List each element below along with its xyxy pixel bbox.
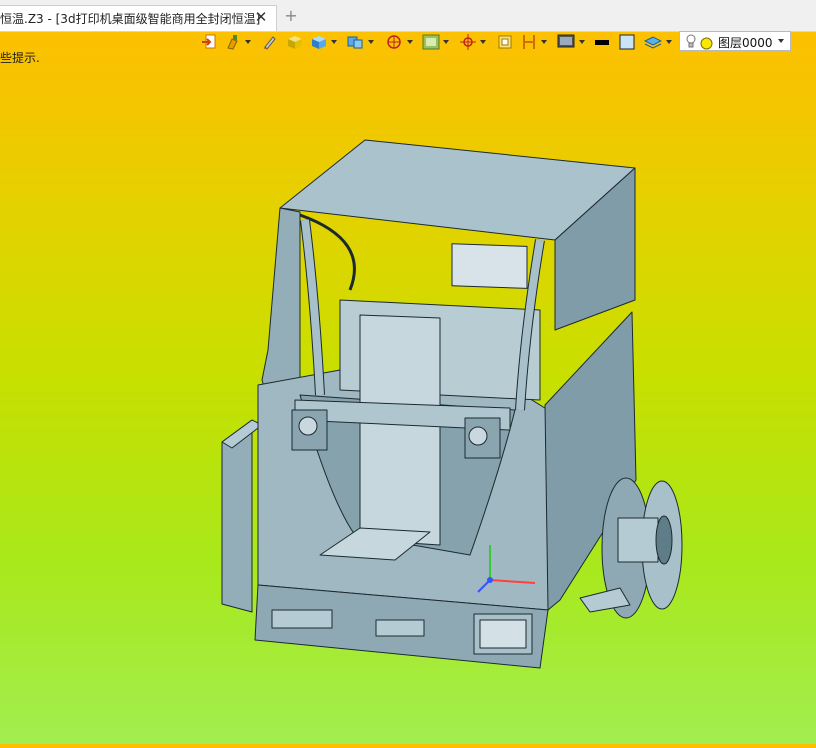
- target-dropdown-icon[interactable]: [443, 40, 449, 44]
- tab-bar: 恒温.Z3 - [3d打印机桌面级智能商用全封闭恒温] ✕ +: [0, 0, 816, 32]
- crop-icon[interactable]: [497, 33, 513, 51]
- viewport-canvas[interactable]: [0, 56, 816, 744]
- bracket-dropdown-icon[interactable]: [541, 40, 547, 44]
- monitor-icon[interactable]: [557, 33, 575, 51]
- view-toolbar: 图层0000: [195, 31, 800, 53]
- solid-dropdown-icon[interactable]: [331, 40, 337, 44]
- printer-model: [221, 139, 683, 669]
- tab-title: 恒温.Z3 - [3d打印机桌面级智能商用全封闭恒温]: [0, 12, 261, 26]
- layers-dropdown-icon[interactable]: [666, 40, 672, 44]
- brush-dropdown-icon[interactable]: [245, 40, 251, 44]
- pen-icon[interactable]: [262, 33, 276, 51]
- brush-icon[interactable]: [225, 33, 241, 51]
- new-tab-button[interactable]: +: [284, 8, 298, 24]
- box-icon[interactable]: [286, 33, 303, 51]
- line-style-icon[interactable]: [594, 33, 610, 51]
- frame-dropdown-icon[interactable]: [407, 40, 413, 44]
- sphere-icon[interactable]: [346, 33, 364, 51]
- solid-icon[interactable]: [310, 33, 327, 51]
- crosshair-dropdown-icon[interactable]: [480, 40, 486, 44]
- monitor-dropdown-icon[interactable]: [579, 40, 585, 44]
- target-icon[interactable]: [422, 33, 440, 51]
- layers-icon[interactable]: [644, 33, 662, 51]
- fill-color-icon[interactable]: [619, 33, 635, 51]
- layer-color-icon[interactable]: [700, 35, 713, 54]
- import-icon[interactable]: [201, 33, 217, 51]
- frame-icon[interactable]: [385, 33, 403, 51]
- close-icon[interactable]: ✕: [253, 9, 269, 25]
- document-tab[interactable]: 恒温.Z3 - [3d打印机桌面级智能商用全封闭恒温] ✕: [0, 5, 277, 31]
- layer-select[interactable]: 图层0000: [679, 31, 791, 51]
- bulb-icon[interactable]: [685, 34, 697, 53]
- sphere-dropdown-icon[interactable]: [368, 40, 374, 44]
- layer-value: 图层0000: [718, 36, 773, 50]
- bracket-icon[interactable]: [521, 33, 537, 51]
- crosshair-icon[interactable]: [459, 33, 477, 51]
- chevron-down-icon[interactable]: [778, 39, 784, 43]
